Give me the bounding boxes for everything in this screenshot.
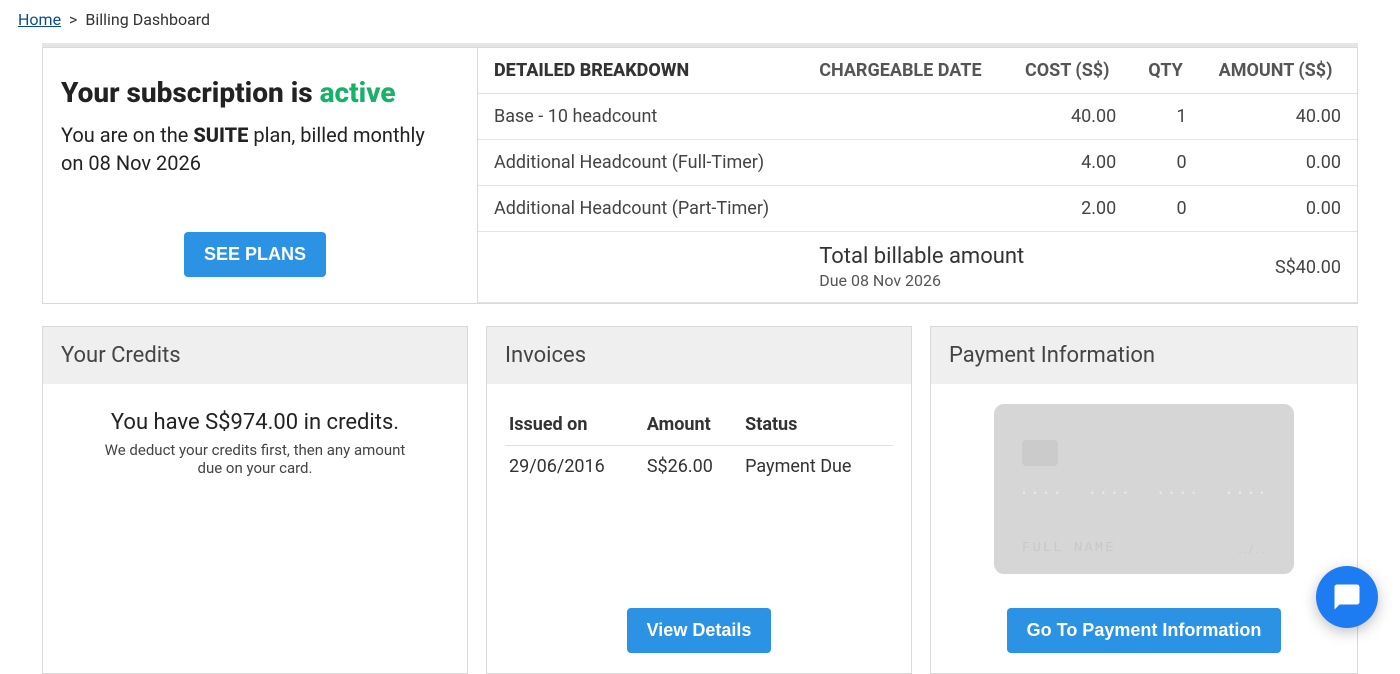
invoices-table: Issued on Amount Status 29/06/2016S$26.0… [505,404,893,487]
breakdown-header-cost: COST (S$) [1009,48,1132,94]
subscription-description: You are on the SUITE plan, billed monthl… [61,121,449,177]
subscription-title: Your subscription is active [61,76,449,109]
invoices-header-status: Status [741,404,893,446]
subscription-desc-prefix: You are on the [61,123,193,147]
breakdown-item-cost: 40.00 [1009,94,1132,140]
breakdown-table: DETAILED BREAKDOWN CHARGEABLE DATE COST … [478,48,1357,303]
breadcrumb-current: Billing Dashboard [85,10,210,29]
breakdown-panel: DETAILED BREAKDOWN CHARGEABLE DATE COST … [478,47,1358,304]
breakdown-item-qty: 1 [1132,94,1202,140]
invoices-title: Invoices [487,327,911,384]
breakdown-row: Base - 10 headcount 40.00140.00 [478,94,1357,140]
total-billable-label: Total billable amount [819,244,1116,269]
subscription-status: active [320,76,396,109]
payment-card: Payment Information • • • •• • • •• • • … [930,326,1358,674]
breakdown-header-chargeable: CHARGEABLE DATE [803,48,1009,94]
subscription-plan-name: SUITE [193,123,248,147]
card-chip-icon [1022,440,1058,466]
breakdown-item-chargeable [803,140,1009,186]
breakdown-item-label: Additional Headcount (Full-Timer) [478,140,803,186]
breadcrumb-home-link[interactable]: Home [18,10,61,29]
credits-title: Your Credits [43,327,467,384]
breakdown-item-cost: 2.00 [1009,186,1132,232]
breakdown-item-chargeable [803,186,1009,232]
card-number-dots: • • • •• • • •• • • •• • • • [1022,486,1266,500]
breakdown-header-qty: QTY [1132,48,1202,94]
breakdown-header-amount: AMOUNT (S$) [1203,48,1357,94]
credits-subtext: We deduct your credits first, then any a… [61,441,449,477]
breakdown-header-detailed: DETAILED BREAKDOWN [478,48,803,94]
see-plans-button[interactable]: SEE PLANS [184,232,326,277]
invoice-row: 29/06/2016S$26.00Payment Due [505,446,893,488]
breakdown-item-label: Base - 10 headcount [478,94,803,140]
invoices-header-issued: Issued on [505,404,643,446]
breakdown-item-amount: 0.00 [1203,186,1357,232]
breadcrumb-separator: > [69,10,77,29]
breakdown-item-qty: 0 [1132,186,1202,232]
breakdown-item-cost: 4.00 [1009,140,1132,186]
breakdown-item-qty: 0 [1132,140,1202,186]
payment-title: Payment Information [931,327,1357,384]
invoices-header-amount: Amount [643,404,741,446]
breakdown-item-label: Additional Headcount (Part-Timer) [478,186,803,232]
total-amount: S$40.00 [1203,232,1357,303]
chat-widget-button[interactable] [1316,566,1378,628]
view-details-button[interactable]: View Details [627,608,772,653]
invoice-cell-status: Payment Due [741,446,893,488]
credits-card: Your Credits You have S$974.00 in credit… [42,326,468,674]
breakdown-item-amount: 40.00 [1203,94,1357,140]
breakdown-item-chargeable [803,94,1009,140]
invoice-cell-amount: S$26.00 [643,446,741,488]
credits-headline: You have S$974.00 in credits. [61,410,449,435]
invoice-cell-issued: 29/06/2016 [505,446,643,488]
breakdown-item-amount: 0.00 [1203,140,1357,186]
subscription-title-prefix: Your subscription is [61,76,320,109]
chat-icon [1332,582,1362,612]
breadcrumb: Home > Billing Dashboard [0,0,1400,43]
card-expiry-placeholder: ../.. [1238,542,1266,556]
breakdown-row: Additional Headcount (Part-Timer) 2.0000.… [478,186,1357,232]
credit-card-placeholder: • • • •• • • •• • • •• • • • FULL NAME .… [994,404,1294,574]
invoices-card: Invoices Issued on Amount Status 29/06/2… [486,326,912,674]
card-name-placeholder: FULL NAME [1022,540,1116,556]
goto-payment-info-button[interactable]: Go To Payment Information [1007,608,1282,653]
breakdown-row: Additional Headcount (Full-Timer) 4.0000.… [478,140,1357,186]
total-due-date: Due 08 Nov 2026 [819,271,1116,290]
subscription-card: Your subscription is active You are on t… [42,47,478,304]
